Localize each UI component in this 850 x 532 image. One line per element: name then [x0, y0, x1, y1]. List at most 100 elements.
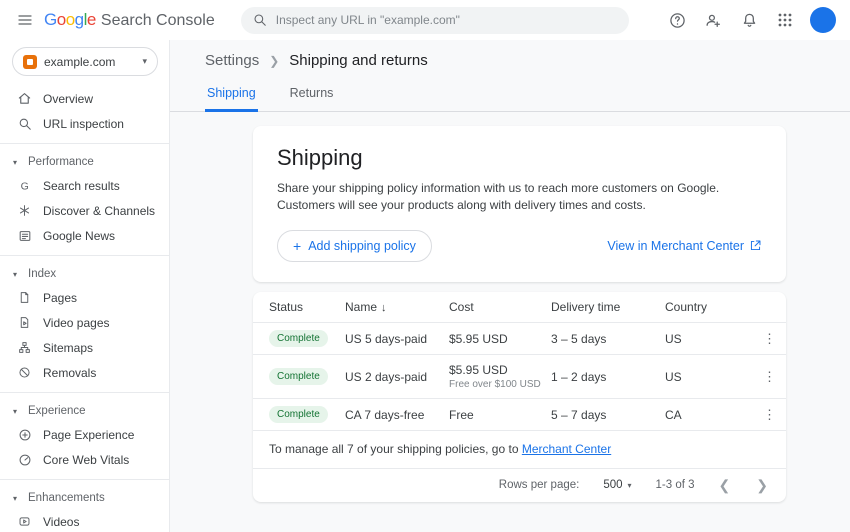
sidebar-section-performance[interactable]: ▾ Performance — [0, 151, 169, 173]
previous-page-button[interactable]: ❮ — [719, 478, 731, 492]
merchant-center-link[interactable]: Merchant Center — [522, 442, 611, 456]
sidebar-item-video-pages[interactable]: Video pages — [0, 310, 169, 335]
breadcrumb-current: Shipping and returns — [289, 52, 427, 69]
sidebar-item-pages[interactable]: Pages — [0, 285, 169, 310]
policy-delivery: 1 – 2 days — [551, 355, 665, 399]
notifications-button[interactable] — [734, 5, 764, 35]
url-inspect-search[interactable] — [241, 7, 629, 34]
policy-country: US — [665, 323, 753, 355]
row-menu-button[interactable]: ⋮ — [753, 331, 786, 347]
discover-asterisk-icon — [17, 203, 32, 218]
rows-per-page-label: Rows per page: — [499, 479, 580, 491]
property-favicon — [23, 55, 37, 69]
row-menu-button[interactable]: ⋮ — [753, 407, 786, 423]
topbar: Google Search Console — [0, 0, 850, 40]
divider — [0, 143, 169, 144]
breadcrumb: Settings ❯ Shipping and returns — [205, 52, 850, 69]
sidebar-item-removals[interactable]: Removals — [0, 360, 169, 385]
policy-name: US 5 days-paid — [345, 323, 449, 355]
policy-name: US 2 days-paid — [345, 355, 449, 399]
magnifier-icon — [17, 116, 32, 131]
manage-users-icon — [705, 12, 722, 29]
sidebar-item-page-experience[interactable]: Page Experience — [0, 422, 169, 447]
hamburger-icon — [17, 12, 33, 28]
shipping-description: Share your shipping policy information w… — [277, 180, 762, 215]
apps-grid-icon — [777, 12, 793, 28]
sidebar-item-sitemaps[interactable]: Sitemaps — [0, 335, 169, 360]
page-experience-icon — [17, 427, 32, 442]
divider — [0, 479, 169, 480]
main-content: Settings ❯ Shipping and returns Shipping… — [170, 40, 850, 532]
sidebar-item-google-news[interactable]: Google News — [0, 223, 169, 248]
chevron-down-icon: ▾ — [628, 481, 632, 490]
news-icon — [17, 228, 32, 243]
sort-descending-icon[interactable]: ↓ — [381, 302, 387, 314]
next-page-button[interactable]: ❯ — [756, 478, 768, 492]
policy-cost: Free — [449, 399, 551, 431]
status-badge: Complete — [269, 330, 328, 347]
policy-name: CA 7 days-free — [345, 399, 449, 431]
col-name: Name↓ — [345, 292, 449, 323]
sitemap-icon — [17, 340, 32, 355]
tab-shipping[interactable]: Shipping — [205, 84, 258, 112]
sidebar-section-experience[interactable]: ▾ Experience — [0, 400, 169, 422]
sidebar-section-enhancements[interactable]: ▾ Enhancements — [0, 487, 169, 509]
table-row: Complete US 2 days-paid $5.95 USD Free o… — [253, 355, 786, 399]
help-icon — [669, 12, 686, 29]
add-shipping-policy-button[interactable]: + Add shipping policy — [277, 230, 432, 262]
caret-down-icon: ▾ — [13, 158, 22, 167]
home-icon — [17, 91, 32, 106]
page-range: 1-3 of 3 — [656, 479, 695, 491]
video-page-icon — [17, 315, 32, 330]
page-title: Shipping — [277, 145, 762, 171]
apps-grid-button[interactable] — [770, 5, 800, 35]
col-actions — [753, 292, 786, 323]
sidebar-item-search-results[interactable]: G Search results — [0, 173, 169, 198]
sidebar-section-index[interactable]: ▾ Index — [0, 263, 169, 285]
policy-cost: $5.95 USD Free over $100 USD — [449, 355, 551, 399]
rows-per-page-select[interactable]: 500 ▾ — [603, 479, 631, 491]
sidebar-item-videos[interactable]: Videos — [0, 509, 169, 532]
col-status: Status — [253, 292, 345, 323]
cost-note: Free over $100 USD — [449, 379, 551, 390]
table-footer-note: To manage all 7 of your shipping policie… — [253, 431, 786, 469]
sidebar-item-url-inspection[interactable]: URL inspection — [0, 111, 169, 136]
row-menu-button[interactable]: ⋮ — [753, 369, 786, 385]
shipping-policies-table: Status Name↓ Cost Delivery time Country … — [253, 292, 786, 432]
table-header-row: Status Name↓ Cost Delivery time Country — [253, 292, 786, 323]
videos-icon — [17, 514, 32, 529]
external-link-icon — [749, 239, 762, 252]
page-icon — [17, 290, 32, 305]
status-badge: Complete — [269, 368, 328, 385]
table-row: Complete US 5 days-paid $5.95 USD 3 – 5 … — [253, 323, 786, 355]
help-button[interactable] — [662, 5, 692, 35]
sidebar-item-core-web-vitals[interactable]: Core Web Vitals — [0, 447, 169, 472]
policy-country: US — [665, 355, 753, 399]
shipping-intro-card: Shipping Share your shipping policy info… — [253, 126, 786, 282]
property-selector[interactable]: example.com ▾ — [12, 47, 158, 76]
policy-country: CA — [665, 399, 753, 431]
search-input[interactable] — [276, 13, 617, 27]
policy-delivery: 5 – 7 days — [551, 399, 665, 431]
breadcrumb-settings[interactable]: Settings — [205, 52, 259, 69]
policy-delivery: 3 – 5 days — [551, 323, 665, 355]
speedometer-icon — [17, 452, 32, 467]
divider — [0, 392, 169, 393]
bell-icon — [741, 12, 758, 29]
table-row: Complete CA 7 days-free Free 5 – 7 days … — [253, 399, 786, 431]
manage-users-button[interactable] — [698, 5, 728, 35]
search-icon — [253, 13, 267, 27]
property-name: example.com — [44, 55, 115, 69]
tab-returns[interactable]: Returns — [288, 84, 336, 111]
g-letter-icon: G — [17, 178, 32, 193]
col-delivery-time: Delivery time — [551, 292, 665, 323]
sidebar-item-overview[interactable]: Overview — [0, 86, 169, 111]
sidebar-item-discover-channels[interactable]: Discover & Channels — [0, 198, 169, 223]
breadcrumb-separator-icon: ❯ — [269, 54, 279, 68]
hamburger-menu-button[interactable] — [10, 5, 40, 35]
account-avatar[interactable] — [810, 7, 836, 33]
plus-icon: + — [293, 239, 301, 253]
policy-cost: $5.95 USD — [449, 323, 551, 355]
app-title: Search Console — [101, 12, 215, 30]
view-in-merchant-center-link[interactable]: View in Merchant Center — [607, 239, 762, 253]
